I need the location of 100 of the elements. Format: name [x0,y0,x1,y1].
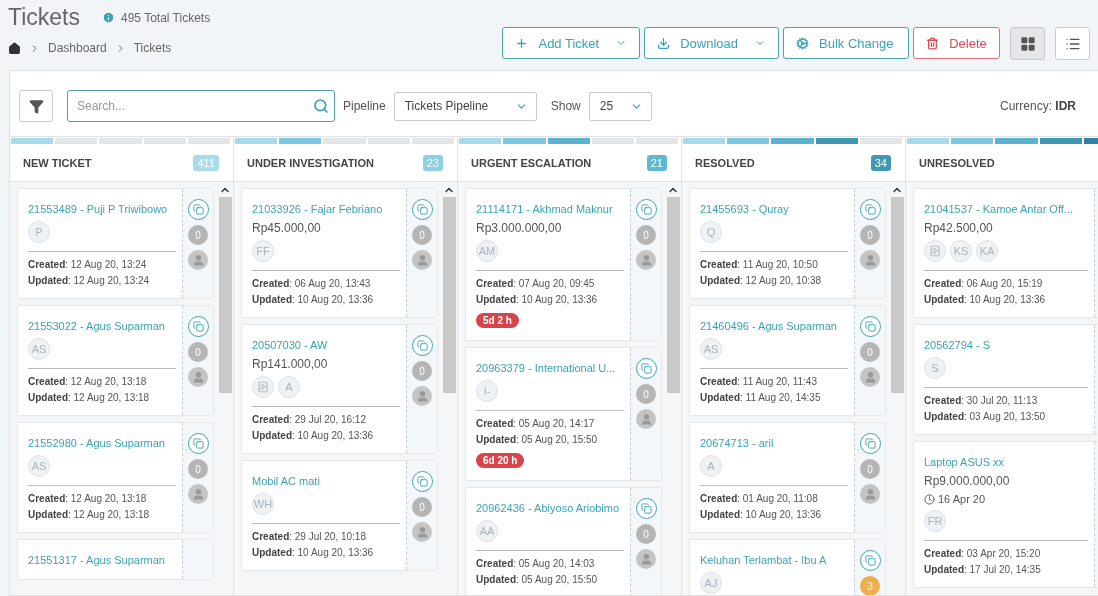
avatar: I- [476,380,498,402]
ticket-card[interactable]: 21552980 - Agus Suparman AS Created: 12 Aug 20, 13:18 Updated: 12 Aug 20, 13:18 0 [18,423,213,532]
updated-date: Updated: 11 Aug 20, 14:35 [700,392,822,403]
comment-count: 3 [860,576,880,595]
updated-date: Updated: 05 Aug 20, 15:50 [476,574,599,585]
created-date: Created: 29 Jul 20, 10:18 [252,531,367,542]
ticket-title[interactable]: 20507030 - AW [252,338,400,352]
page-size-select[interactable]: 25 [588,91,652,121]
action-button[interactable]: Bulk Change [783,27,909,59]
ticket-count: 411 [193,154,219,171]
ticket-card[interactable]: Mobil AC mati WH Created: 29 Jul 20, 10:18 Updated: 10 Aug 20, 13:36 0 [242,461,437,570]
ticket-card[interactable]: 20507030 - AW Rp141.000,00 A Created: 29 Jul 20, 16:12 Updated: 10 Aug 20, 13:36 0 [242,325,437,453]
avatar: AS [28,455,50,477]
comment-count: 0 [860,342,880,362]
ticket-amount: Rp45.000,00 [252,221,322,235]
ticket-card[interactable]: 21460496 - Agus Suparman AS Created: 11 Aug 20, 11:43 Updated: 11 Aug 20, 14:35 0 [690,306,885,415]
ticket-card[interactable]: 21033926 - Fajar Febriano Rp45.000,00 FF Created: 06 Aug 20, 13:43 Updated: 10 Aug 20, 13:36 0 [242,189,437,317]
ticket-card[interactable]: 21114171 - Akhmad Maknur Rp3.000.000,00 AM Created: 07 Aug 20, 09:45 Updated: 10 Aug 20, 13:36 5d 2 h 0 [466,189,661,340]
avatar: AS [700,338,722,360]
comment-count: 0 [412,497,432,517]
created-date: Created: 12 Aug 20, 13:18 [28,376,148,387]
updated-date: Updated: 10 Aug 20, 13:36 [252,294,375,305]
created-date: Created: 06 Aug 20, 13:43 [252,278,372,289]
created-date: Created: 01 Aug 20, 11:08 [700,493,819,504]
created-date: Created: 29 Jul 20, 16:12 [252,414,367,425]
ticket-card[interactable]: 21553489 - Puji P Triwibowo P Created: 12 Aug 20, 13:24 Updated: 12 Aug 20, 13:24 0 [18,189,213,298]
avatar: P [28,221,50,243]
ticket-card[interactable]: Keluhan Terlambat - Ibu A AJ 3 [690,540,885,595]
total-tickets: 495 Total Tickets [121,10,211,25]
created-date: Created: 03 Apr 20, 15:20 [924,548,1042,559]
action-button[interactable]: Add Ticket [502,27,641,59]
avatar: AS [28,338,50,360]
ticket-title[interactable]: 21033926 - Fajar Febriano [252,202,400,216]
comment-count: 0 [636,524,656,544]
avatar: KA [976,240,998,262]
ticket-card[interactable]: 21553022 - Agus Suparman AS Created: 12 Aug 20, 13:18 Updated: 12 Aug 20, 13:18 0 [18,306,213,415]
created-date: Created: 05 Aug 20, 14:17 [476,418,596,429]
breadcrumb-link[interactable]: Dashboard [48,41,107,55]
comment-count: 0 [188,342,208,362]
avatar: AM [476,240,498,262]
column-title: URGENT ESCALATION [471,156,592,169]
action-button[interactable]: Download [644,27,779,59]
avatar: Q [700,221,722,243]
pipeline-select[interactable]: Tickets Pipeline [393,91,537,121]
ticket-title[interactable]: 20962436 - Abiyoso Ariobimo [476,501,624,515]
ticket-card[interactable]: 20562794 - S S Created: 30 Jul 20, 11:13 Updated: 03 Aug 20, 13:50 [914,325,1098,434]
created-date: Created: 05 Aug 20, 14:03 [476,558,596,569]
comment-count: 0 [412,361,432,381]
ticket-title[interactable]: 21460496 - Agus Suparman [700,319,848,333]
ticket-title[interactable]: 21553489 - Puji P Triwibowo [28,202,176,216]
updated-date: Updated: 17 Jul 20, 14:35 [924,564,1042,575]
updated-date: Updated: 10 Aug 20, 13:36 [924,294,1047,305]
column-title: UNRESOLVED [919,156,995,169]
ticket-title[interactable]: 21551317 - Agus Suparman [28,553,176,567]
updated-date: Updated: 05 Aug 20, 15:50 [476,434,599,445]
comment-count: 0 [188,459,208,479]
pipeline-label: Pipeline [343,99,386,113]
avatar: FR [924,510,946,532]
ticket-title[interactable]: 20674713 - aril [700,436,848,450]
ticket-title[interactable]: 21114171 - Akhmad Maknur [476,202,624,216]
ticket-card[interactable]: 20963379 - International U... I- Created: 05 Aug 20, 14:17 Updated: 05 Aug 20, 15:50 6d 20 h 0 [466,348,661,480]
avatar: KS [950,240,972,262]
updated-date: Updated: 10 Aug 20, 13:36 [700,509,823,520]
ticket-count: 34 [870,154,891,171]
ticket-card[interactable]: 21041537 - Kamoe Antar Off... Rp42.500,00 KS KA Created: 06 Aug 20, 15:19 Updated: 10 Aug 20, 13:36 [914,189,1098,317]
ticket-title[interactable]: Laptop ASUS xx [924,455,1088,469]
ticket-title[interactable]: 21553022 - Agus Suparman [28,319,176,333]
updated-date: Updated: 12 Aug 20, 13:24 [28,275,151,286]
ticket-card[interactable]: 21551317 - Agus Suparman [18,540,213,579]
ticket-card[interactable]: 20674713 - aril A Created: 01 Aug 20, 11:08 Updated: 10 Aug 20, 13:36 0 [690,423,885,532]
column-title: UNDER INVESTIGATION [247,156,374,169]
breadcrumb-link[interactable]: Tickets [133,41,172,55]
ticket-title[interactable]: Keluhan Terlambat - Ibu A [700,553,848,567]
ticket-title[interactable]: 21041537 - Kamoe Antar Off... [924,202,1088,216]
comment-count: 0 [636,225,656,245]
ticket-amount: Rp141.000,00 [252,357,329,371]
search-field[interactable]: Search... [67,90,335,122]
created-date: Created: 06 Aug 20, 15:19 [924,278,1044,289]
created-date: Created: 07 Aug 20, 09:45 [476,278,596,289]
ticket-title[interactable]: 21552980 - Agus Suparman [28,436,176,450]
updated-date: Updated: 12 Aug 20, 10:38 [700,275,823,286]
updated-date: Updated: 12 Aug 20, 13:18 [28,509,151,520]
updated-date: Updated: 03 Aug 20, 13:50 [924,411,1047,422]
ticket-title[interactable]: 21455693 - Quray [700,202,848,216]
comment-count: 0 [188,225,208,245]
ticket-title[interactable]: 20562794 - S [924,338,1088,352]
ticket-card[interactable]: 21455693 - Quray Q Created: 11 Aug 20, 10:50 Updated: 12 Aug 20, 10:38 0 [690,189,885,298]
created-date: Created: 11 Aug 20, 11:43 [700,376,818,387]
ticket-title[interactable]: 20963379 - International U... [476,361,624,375]
updated-date: Updated: 10 Aug 20, 13:36 [252,547,375,558]
column-title: RESOLVED [695,156,755,169]
comment-count: 0 [860,459,880,479]
ticket-card[interactable]: 20962436 - Abiyoso Ariobimo AA Created: 05 Aug 20, 14:03 Updated: 05 Aug 20, 15:50 0 [466,488,661,595]
avatar: AJ [700,572,722,594]
sla-timer: 6d 20 h [476,453,525,468]
action-button[interactable]: Delete [913,27,1000,59]
ticket-title[interactable]: Mobil AC mati [252,474,400,488]
page-title: Tickets [8,4,80,31]
created-date: Created: 11 Aug 20, 10:50 [700,259,819,270]
ticket-card[interactable]: Laptop ASUS xx Rp9.000.000,00 16 Apr 20 FR Created: 03 Apr 20, 15:20 Updated: 17 Jul 20, 14:35 [914,442,1098,587]
